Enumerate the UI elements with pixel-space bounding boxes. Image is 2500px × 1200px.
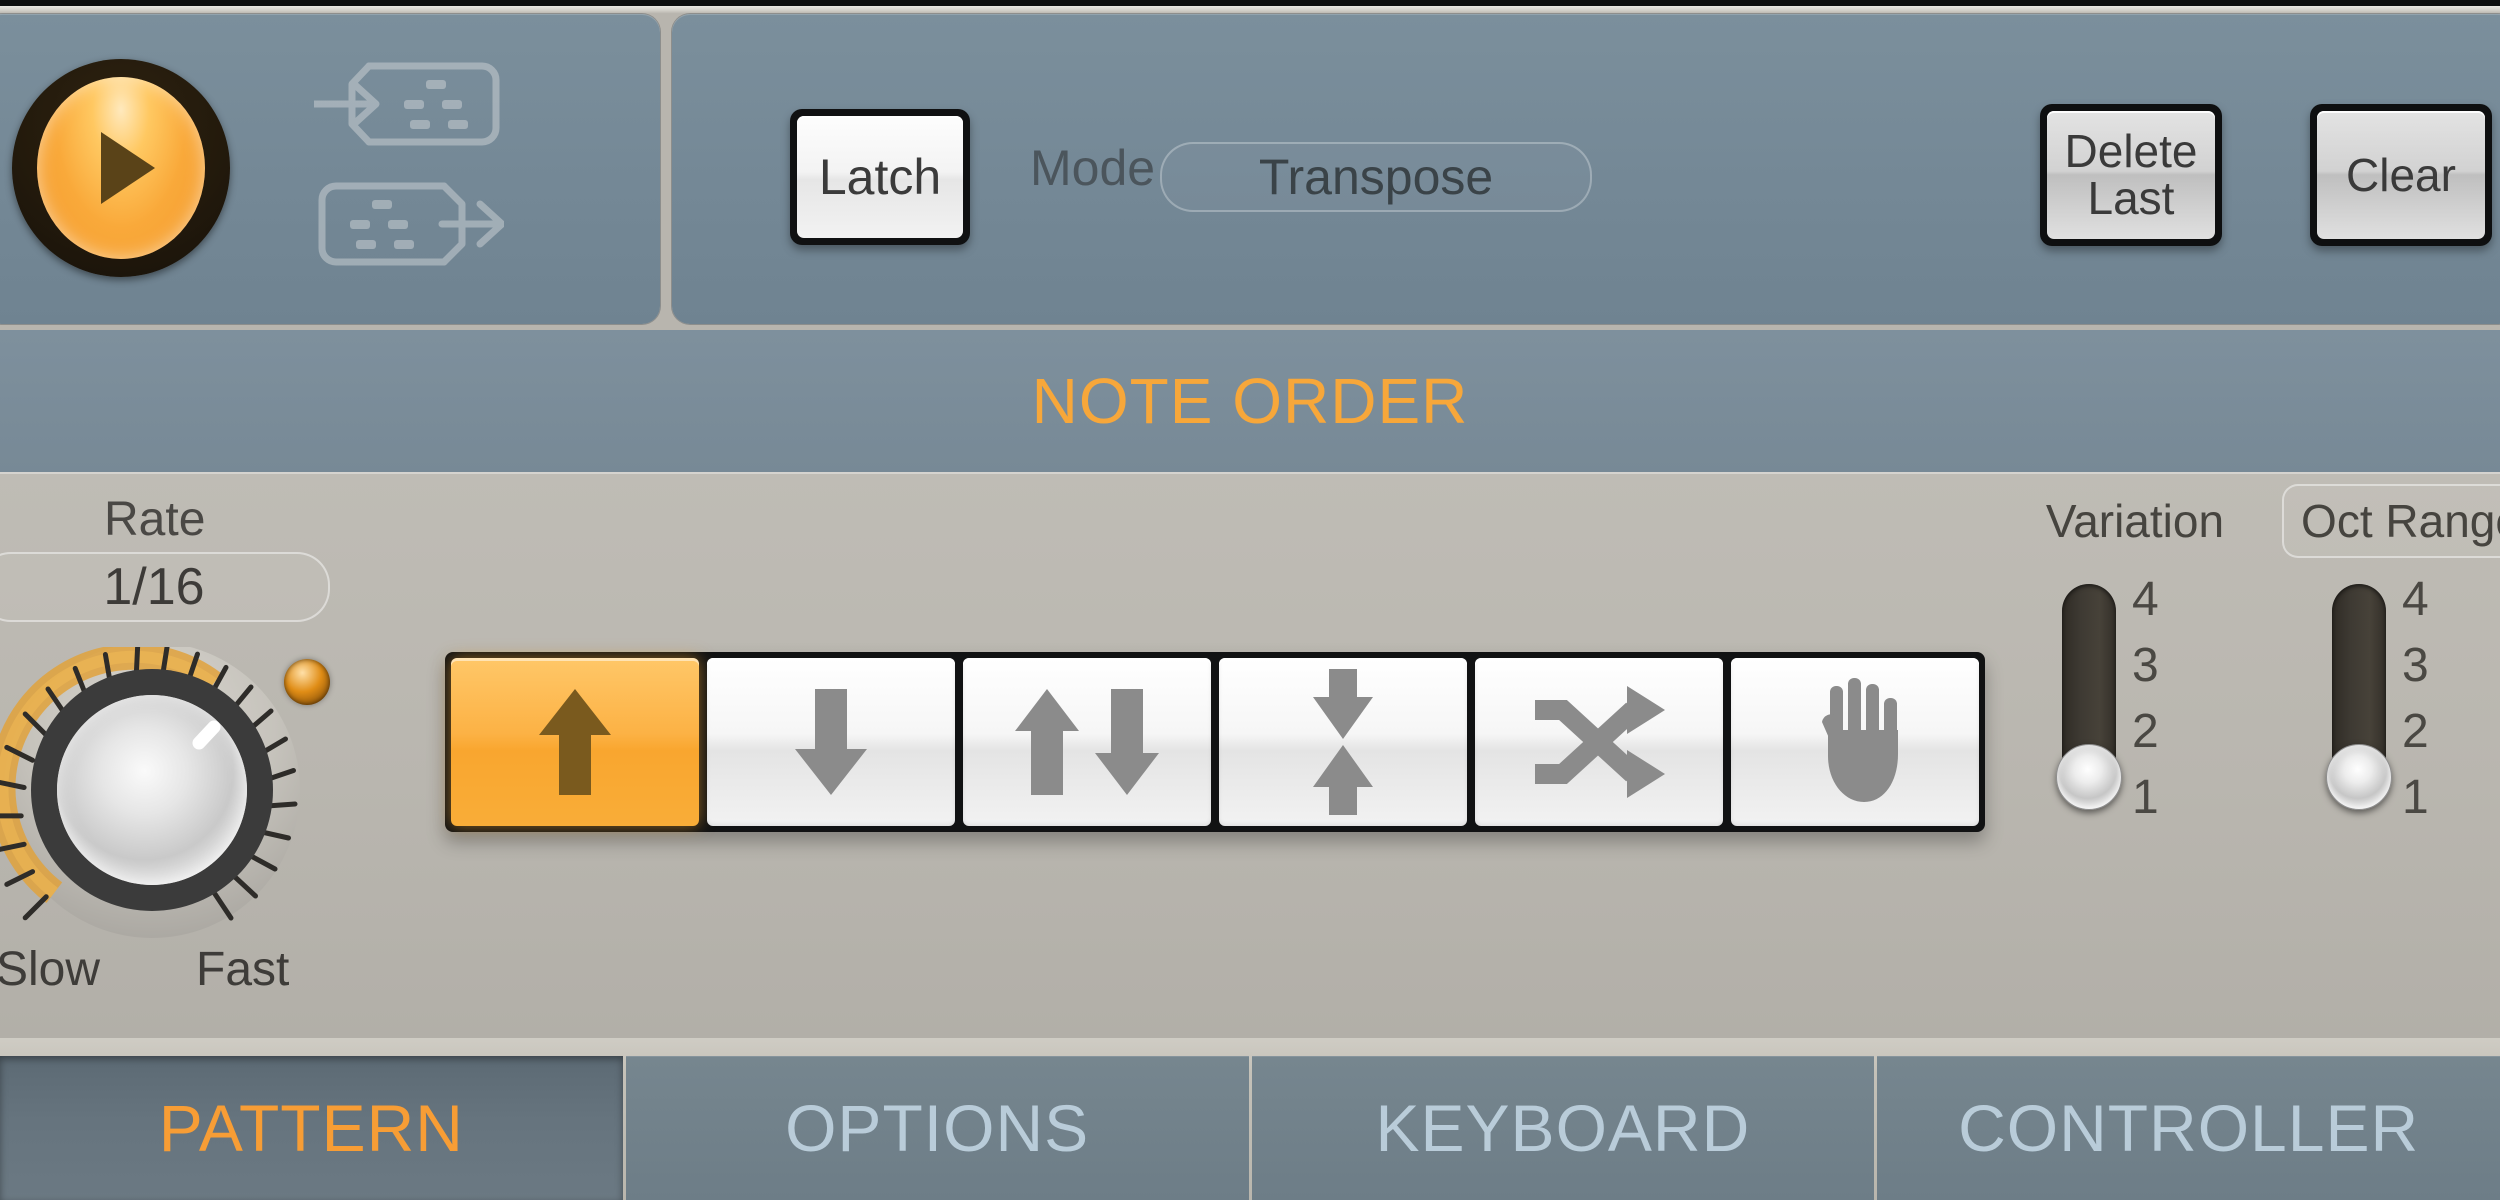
- delete-last-button[interactable]: Delete Last: [2040, 104, 2222, 246]
- tab-keyboard[interactable]: KEYBOARD: [1251, 1056, 1875, 1200]
- play-button-face: [37, 77, 205, 259]
- mode-value-field[interactable]: Transpose: [1160, 142, 1592, 212]
- rate-value-field[interactable]: 1/16: [0, 552, 330, 622]
- rate-max-label: Fast: [196, 943, 290, 996]
- oct-range-tick-1: 1: [2402, 771, 2429, 824]
- midi-out-icon[interactable]: [314, 174, 504, 274]
- rate-label: Rate: [104, 493, 206, 546]
- clear-label: Clear: [2346, 148, 2456, 201]
- variation-slider-group: Variation 4 3 2 1: [2020, 472, 2280, 1038]
- delete-last-button-face: Delete Last: [2047, 111, 2215, 239]
- midi-routing-icons: [314, 54, 504, 279]
- arrow-converge-icon: [1313, 669, 1373, 815]
- variation-scale: 4 3 2 1: [2132, 572, 2192, 832]
- variation-tick-4: 4: [2132, 573, 2159, 626]
- note-order-header: NOTE ORDER: [0, 330, 2500, 472]
- oct-range-tick-2: 2: [2402, 705, 2429, 758]
- mode-value: Transpose: [1258, 149, 1494, 205]
- arrow-down-icon: [795, 689, 867, 795]
- mode-label: Mode: [1030, 140, 1156, 196]
- note-order-random-button[interactable]: [1475, 658, 1723, 826]
- tab-controller-label: CONTROLLER: [1958, 1091, 2420, 1165]
- note-order-down-button[interactable]: [707, 658, 955, 826]
- bottom-tab-bar: PATTERN OPTIONS KEYBOARD CONTROLLER: [0, 1038, 2500, 1200]
- variation-tick-2: 2: [2132, 705, 2159, 758]
- play-icon: [101, 132, 155, 204]
- tab-options[interactable]: OPTIONS: [625, 1056, 1249, 1200]
- variation-tick-1: 1: [2132, 771, 2159, 824]
- transport-panel: [0, 14, 660, 324]
- latch-button-label: Latch: [818, 149, 942, 205]
- oct-range-tick-4: 4: [2402, 573, 2429, 626]
- variation-tick-3: 3: [2132, 639, 2159, 692]
- tab-options-label: OPTIONS: [785, 1091, 1090, 1165]
- play-button[interactable]: [12, 59, 230, 277]
- note-order-title: NOTE ORDER: [1031, 365, 1469, 437]
- tab-controller[interactable]: CONTROLLER: [1877, 1056, 2500, 1200]
- window-top-highlight: [0, 6, 2500, 14]
- arrow-up-icon: [539, 689, 611, 795]
- tab-pattern-label: PATTERN: [158, 1091, 464, 1165]
- variation-label: Variation: [2045, 495, 2225, 547]
- rate-min-label: Slow: [0, 943, 101, 996]
- note-order-button-group: [445, 652, 1985, 832]
- tab-keyboard-label: KEYBOARD: [1375, 1091, 1751, 1165]
- tempo-led-icon: [284, 659, 330, 705]
- latch-button[interactable]: Latch: [790, 109, 970, 245]
- note-order-as-played-button[interactable]: [1731, 658, 1979, 826]
- arrow-up-down-icon: [1015, 689, 1159, 795]
- clear-button[interactable]: Clear: [2310, 104, 2492, 246]
- variation-slider-thumb[interactable]: [2056, 744, 2122, 810]
- shuffle-icon: [1535, 686, 1665, 798]
- clear-button-face: Clear: [2317, 111, 2485, 239]
- oct-range-tick-3: 3: [2402, 639, 2429, 692]
- arpeggiator-window: Latch Mode Transpose Delete Last Clear N…: [0, 0, 2500, 1200]
- note-order-up-button[interactable]: [451, 658, 699, 826]
- rate-knob[interactable]: [0, 642, 344, 947]
- midi-in-icon[interactable]: [314, 54, 504, 154]
- latch-button-face: Latch: [797, 116, 963, 238]
- oct-range-slider-group: Oct Range 4 3 2 1: [2282, 472, 2500, 1038]
- delete-last-label-line1: Delete: [2064, 125, 2198, 178]
- delete-last-label-line2: Last: [2087, 172, 2175, 224]
- oct-range-slider-thumb[interactable]: [2326, 744, 2392, 810]
- tab-pattern[interactable]: PATTERN: [0, 1056, 623, 1200]
- note-order-inside-out-button[interactable]: [1219, 658, 1467, 826]
- pattern-panel: Rate 1/16 Slow Fast Variation 4 3 2 1 Oc…: [0, 472, 2500, 1038]
- oct-range-label: Oct Range: [2282, 484, 2500, 558]
- note-order-up-down-button[interactable]: [963, 658, 1211, 826]
- header-row: Latch Mode Transpose Delete Last Clear: [0, 14, 2500, 324]
- oct-range-scale: 4 3 2 1: [2402, 572, 2462, 832]
- rate-value: 1/16: [103, 558, 205, 616]
- hand-icon: [1822, 678, 1898, 802]
